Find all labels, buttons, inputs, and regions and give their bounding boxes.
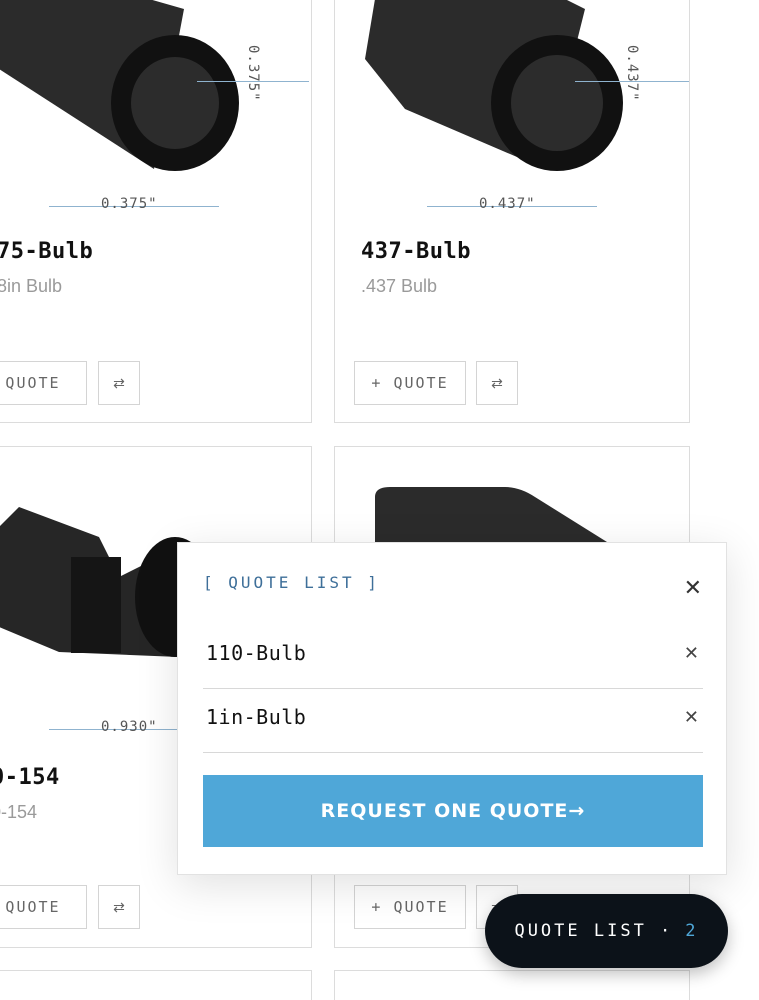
quote-count-badge: 2 [685, 921, 699, 941]
dimension-height-label: 0.437" [624, 45, 640, 102]
product-name[interactable]: 0-154 [0, 765, 60, 790]
add-to-quote-button[interactable]: QUOTE [0, 361, 87, 405]
dimension-width-label: 0.375" [101, 196, 158, 212]
product-subtitle: 8in Bulb [0, 276, 63, 296]
quote-list-item: 1in-Bulb ✕ [203, 689, 703, 753]
product-card-next-row [334, 970, 690, 1000]
dimension-width-label: 0.930" [101, 719, 158, 735]
product-subtitle: 0-154 [0, 802, 38, 822]
compare-button[interactable]: ⇄ [98, 885, 140, 929]
dimension-width-label: 0.437" [479, 196, 536, 212]
remove-item-icon[interactable]: ✕ [684, 707, 699, 728]
compare-button[interactable]: ⇄ [476, 361, 518, 405]
bulb-seal-image [0, 0, 239, 171]
product-card-next-row [0, 970, 312, 1000]
compare-icon: ⇄ [113, 898, 125, 915]
product-card-75-bulb: 0.375" 0.375" 75-Bulb 8in Bulb QUOTE ⇄ [0, 0, 312, 423]
quote-list-item: 110-Bulb ✕ [203, 625, 703, 689]
quote-item-name: 1in-Bulb [206, 705, 307, 729]
remove-item-icon[interactable]: ✕ [684, 643, 699, 664]
compare-icon: ⇄ [491, 374, 503, 391]
product-subtitle: .437 Bulb [361, 276, 438, 296]
add-to-quote-button[interactable]: QUOTE [0, 885, 87, 929]
add-to-quote-button[interactable]: + QUOTE [354, 361, 466, 405]
popup-title: [ QUOTE LIST ] [203, 573, 380, 592]
product-name[interactable]: 75-Bulb [0, 239, 93, 264]
quote-list-toggle-button[interactable]: QUOTE LIST · 2 [485, 894, 728, 968]
compare-button[interactable]: ⇄ [98, 361, 140, 405]
product-card-437-bulb: 0.437" 0.437" 437-Bulb .437 Bulb + QUOTE… [334, 0, 690, 423]
request-quote-button[interactable]: REQUEST ONE QUOTE→ [203, 775, 703, 847]
quote-list-popup: [ QUOTE LIST ] ✕ 110-Bulb ✕ 1in-Bulb ✕ R… [177, 542, 727, 875]
product-name[interactable]: 437-Bulb [361, 239, 471, 264]
dimension-height-label: 0.375" [245, 45, 261, 102]
quote-list-label: QUOTE LIST · [514, 921, 674, 941]
add-to-quote-button[interactable]: + QUOTE [354, 885, 466, 929]
quote-item-name: 110-Bulb [206, 641, 307, 665]
compare-icon: ⇄ [113, 374, 125, 391]
close-icon[interactable]: ✕ [684, 577, 702, 599]
